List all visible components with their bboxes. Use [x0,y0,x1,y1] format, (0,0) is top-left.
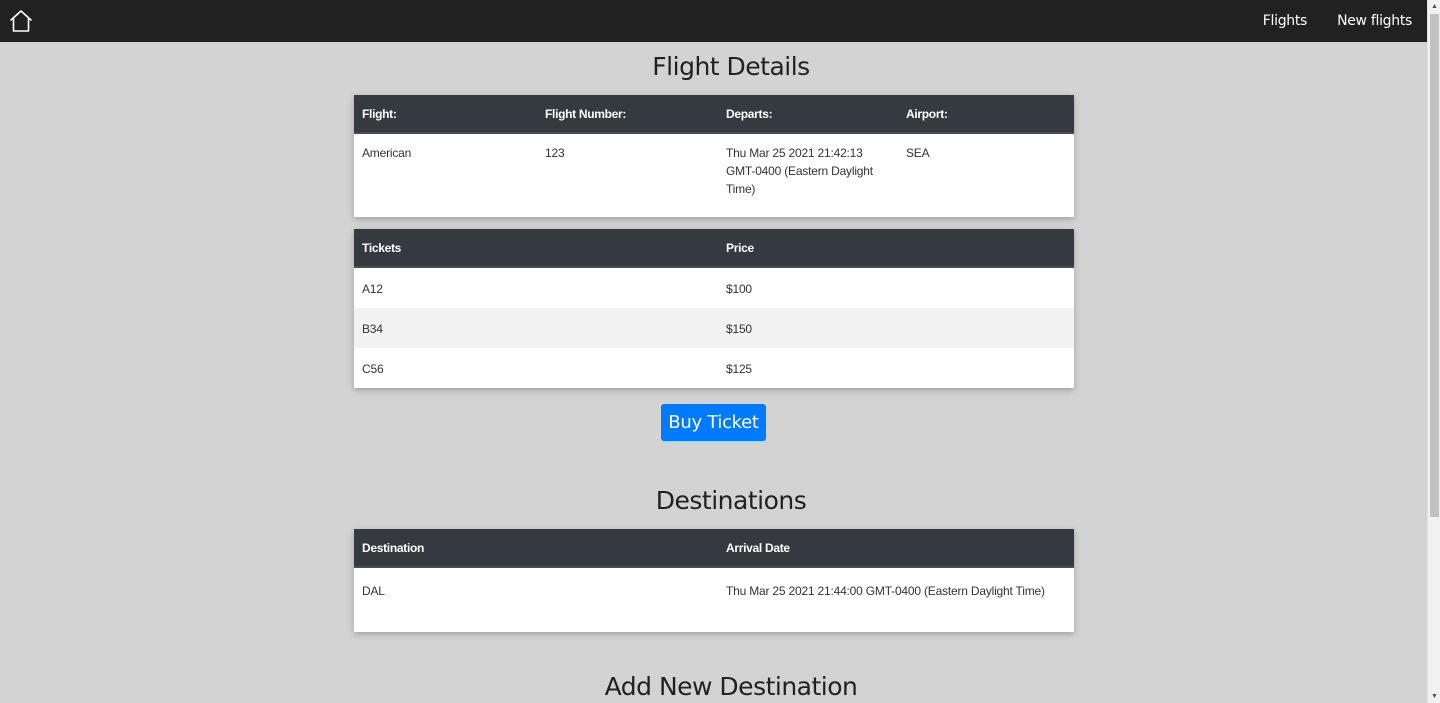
nav-links: Flights New flights [1263,13,1413,29]
column-header-arrival-date: Arrival Date [718,529,1074,568]
table-row: DAL Thu Mar 25 2021 21:44:00 GMT-0400 (E… [354,567,1074,632]
price-cell: $150 [726,322,752,336]
nav-link-new-flights[interactable]: New flights [1337,13,1412,29]
vertical-scrollbar[interactable]: ▲ ▼ [1427,0,1440,703]
column-header-flight: Flight: [354,95,537,134]
table-row[interactable]: C56 $125 [354,348,1074,388]
table-header-row: Destination Arrival Date [354,529,1074,568]
table-header-row: Flight: Flight Number: Departs: Airport: [354,95,1074,134]
price-cell: $125 [726,362,752,376]
tickets-table: Tickets Price A12 $100 B34 $150 C56 $125 [354,229,1074,388]
buy-ticket-button[interactable]: Buy Ticket [661,404,766,441]
scroll-up-arrow-icon[interactable]: ▲ [1428,0,1440,13]
destinations-table: Destination Arrival Date DAL Thu Mar 25 … [354,529,1074,632]
airport-cell: SEA [906,146,930,160]
table-row: American 123 Thu Mar 25 2021 21:42:13 GM… [354,133,1074,217]
ticket-cell: C56 [362,362,384,376]
price-cell: $100 [726,282,752,296]
top-navbar: Flights New flights [0,0,1427,42]
scrollbar-thumb[interactable] [1430,14,1439,517]
arrival-date-cell: Thu Mar 25 2021 21:44:00 GMT-0400 (Easte… [726,584,1045,598]
nav-link-flights[interactable]: Flights [1263,13,1308,29]
departs-cell: Thu Mar 25 2021 21:42:13 GMT-0400 (Easte… [726,146,873,196]
column-header-airport: Airport: [898,95,1074,134]
home-link[interactable] [8,8,34,34]
column-header-tickets: Tickets [354,229,718,268]
column-header-departs: Departs: [718,95,898,134]
destination-cell: DAL [362,584,385,598]
column-header-flight-number: Flight Number: [537,95,718,134]
flight-cell: American [362,146,412,160]
flight-details-title: Flight Details [652,52,810,81]
table-row[interactable]: A12 $100 [354,267,1074,308]
column-header-price: Price [718,229,1074,268]
home-icon [10,10,32,32]
table-row[interactable]: B34 $150 [354,308,1074,348]
table-header-row: Tickets Price [354,229,1074,268]
column-header-destination: Destination [354,529,718,568]
destinations-title: Destinations [655,486,807,515]
flight-number-cell: 123 [545,146,565,160]
ticket-cell: A12 [362,282,383,296]
add-destination-title: Add New Destination [604,672,858,701]
flight-details-table: Flight: Flight Number: Departs: Airport:… [354,95,1074,217]
ticket-cell: B34 [362,322,383,336]
